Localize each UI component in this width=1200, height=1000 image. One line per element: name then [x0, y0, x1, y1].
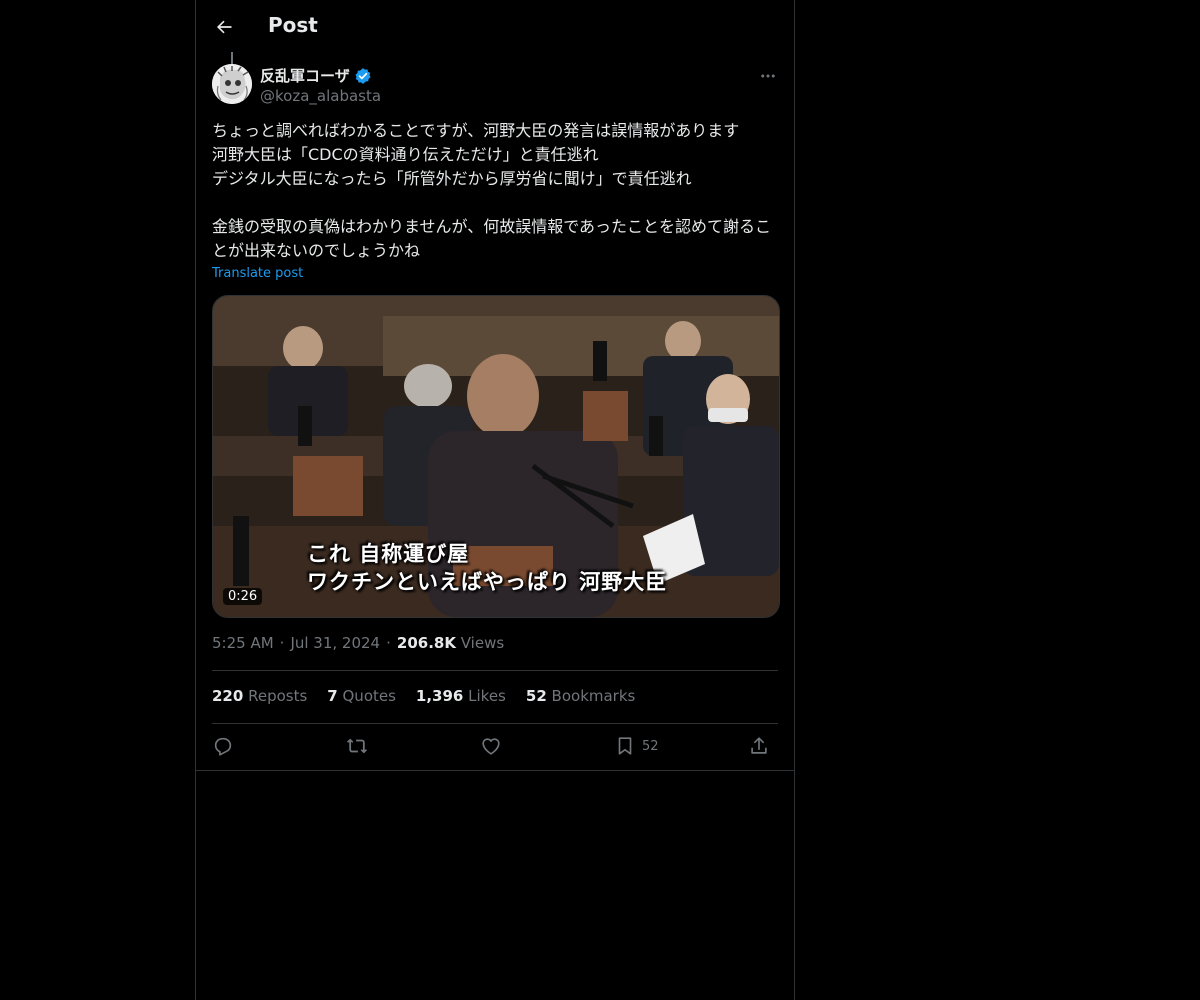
back-button[interactable]: [208, 11, 240, 43]
likes-label: Likes: [468, 687, 506, 705]
video-player[interactable]: これ 自称運び屋 ワクチンといえばやっぱり 河野大臣 0:26: [212, 295, 780, 618]
post-column: Post 反乱軍コーザ @koza_alabasta ちょっと調べればわかること…: [195, 0, 795, 1000]
divider: [212, 670, 778, 671]
action-bar: 52: [212, 735, 778, 761]
divider: [212, 723, 778, 724]
views-label: Views: [460, 634, 505, 652]
more-options-button[interactable]: [756, 64, 780, 88]
thread-line: [231, 52, 233, 64]
separator-dot: ·: [279, 634, 285, 652]
repost-button[interactable]: [346, 735, 368, 757]
likes-stat[interactable]: 1,396 Likes: [416, 687, 506, 705]
bookmarks-count: 52: [525, 687, 547, 705]
arrow-left-icon: [216, 20, 232, 34]
bookmarks-label: Bookmarks: [551, 687, 636, 705]
reposts-label: Reposts: [248, 687, 308, 705]
page-title: Post: [268, 13, 318, 37]
bookmark-icon: [618, 737, 632, 755]
post-time[interactable]: 5:25 AM: [212, 634, 274, 652]
bookmarks-stat[interactable]: 52 Bookmarks: [526, 687, 635, 705]
video-duration: 0:26: [223, 588, 263, 605]
like-button[interactable]: [480, 735, 502, 757]
bookmark-button[interactable]: 52: [614, 735, 659, 757]
share-icon: [751, 737, 767, 754]
reply-button[interactable]: [212, 735, 234, 757]
reposts-stat[interactable]: 220 Reposts: [212, 687, 307, 705]
translate-post-link[interactable]: Translate post: [212, 266, 303, 281]
share-button[interactable]: [748, 735, 770, 757]
author-name-row[interactable]: 反乱軍コーザ: [260, 65, 372, 86]
video-caption-line-1: これ 自称運び屋: [307, 542, 470, 566]
reply-icon: [214, 737, 232, 756]
more-horizontal-icon: [761, 74, 775, 78]
heart-icon: [482, 738, 500, 755]
reposts-count: 220: [212, 687, 244, 705]
views[interactable]: 206.8K Views: [397, 634, 504, 652]
quotes-label: Quotes: [342, 687, 396, 705]
author-handle[interactable]: @koza_alabasta: [260, 87, 381, 105]
separator-dot: ·: [386, 634, 391, 652]
likes-count: 1,396: [415, 687, 464, 705]
top-bar: Post: [196, 0, 794, 54]
divider: [196, 770, 794, 771]
post-date[interactable]: Jul 31, 2024: [290, 634, 380, 652]
display-name[interactable]: 反乱軍コーザ: [260, 65, 350, 86]
quotes-stat[interactable]: 7 Quotes: [327, 687, 396, 705]
repost-icon: [347, 738, 367, 754]
bookmark-count: 52: [642, 738, 659, 754]
video-caption-line-2: ワクチンといえばやっぱり 河野大臣: [307, 570, 668, 594]
quotes-count: 7: [327, 687, 338, 705]
avatar[interactable]: [212, 64, 252, 104]
post-text: ちょっと調べればわかることですが、河野大臣の発言は誤情報があります 河野大臣は「…: [212, 121, 772, 260]
post-meta: 5:25 AM · Jul 31, 2024 · 206.8K Views: [212, 634, 504, 652]
engagement-stats: 220 Reposts 7 Quotes 1,396 Likes 52 Book…: [212, 687, 635, 705]
avatar-image: [212, 64, 252, 104]
verified-badge-icon: [355, 67, 371, 84]
views-count: 206.8K: [396, 634, 456, 652]
